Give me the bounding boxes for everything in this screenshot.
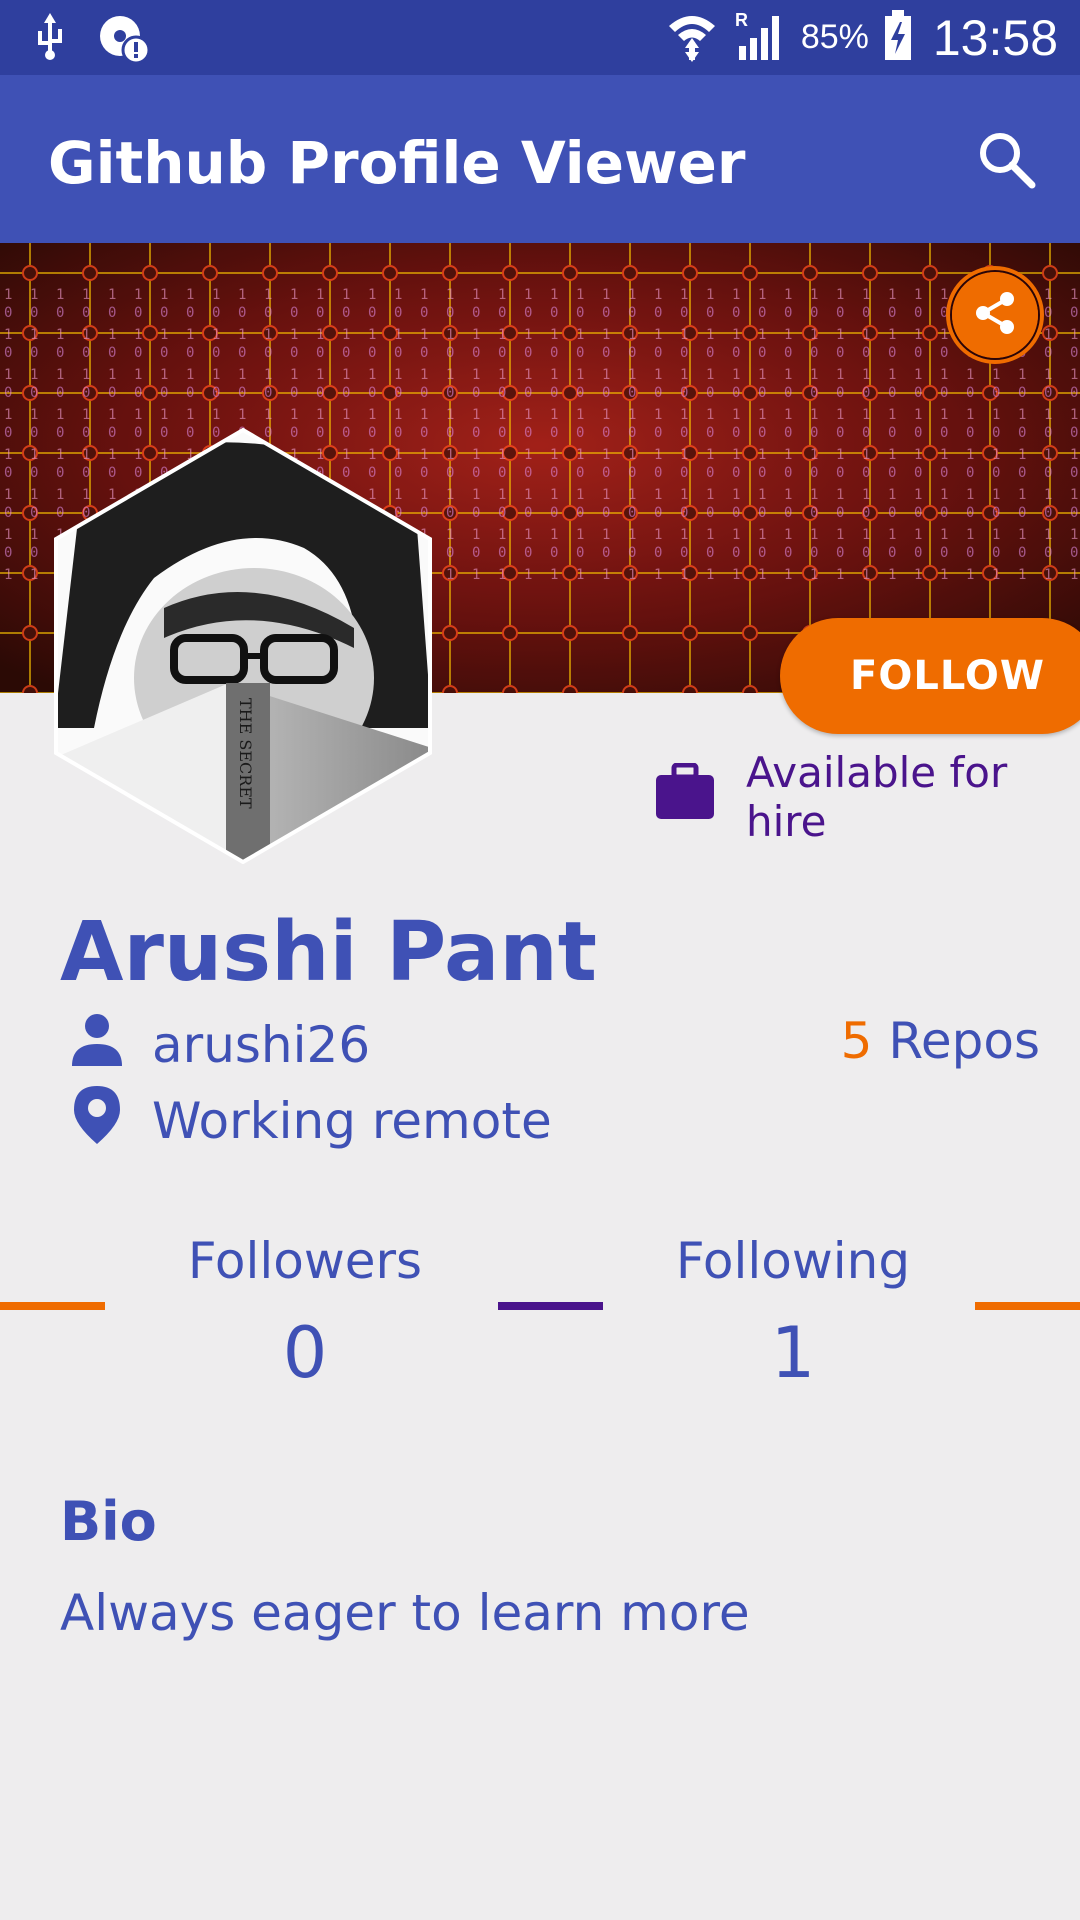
search-icon[interactable] <box>974 127 1038 191</box>
repos-number: 5 <box>840 1012 873 1070</box>
app-title: Github Profile Viewer <box>48 129 746 197</box>
svg-text:R: R <box>735 10 748 30</box>
battery-percent: 85% <box>800 18 869 56</box>
profile-name: Arushi Pant <box>60 905 597 1000</box>
svg-text:THE SECRET: THE SECRET <box>236 698 255 809</box>
bio-heading: Bio <box>60 1490 157 1553</box>
following-count[interactable]: 1 <box>628 1312 958 1394</box>
hire-status: Available for hire <box>654 748 1080 846</box>
divider-right <box>975 1302 1080 1310</box>
status-bar: R 85% 13:58 <box>0 0 1080 75</box>
clock: 13:58 <box>932 9 1058 66</box>
bio-text: Always eager to learn more <box>60 1584 750 1642</box>
person-icon <box>70 1012 124 1078</box>
wifi-icon <box>665 8 719 67</box>
divider-left <box>0 1302 105 1310</box>
usb-icon <box>30 13 70 68</box>
app-bar: Github Profile Viewer <box>0 75 1080 243</box>
briefcase-icon <box>654 762 716 831</box>
share-button[interactable] <box>946 266 1044 364</box>
repos-count[interactable]: 5 Repos <box>841 1012 1040 1070</box>
divider-center <box>498 1302 603 1310</box>
following-label[interactable]: Following <box>628 1232 958 1290</box>
location: Working remote <box>152 1092 552 1150</box>
repos-label: Repos <box>888 1012 1040 1070</box>
location-row: Working remote <box>70 1084 552 1158</box>
data-saver-icon <box>98 12 151 69</box>
hire-label: Available for hire <box>746 748 1008 846</box>
username-row: arushi26 <box>70 1012 370 1078</box>
battery-charging-icon <box>883 8 913 67</box>
share-icon <box>971 289 1019 342</box>
followers-label[interactable]: Followers <box>140 1232 470 1290</box>
signal-icon: R <box>733 8 787 67</box>
followers-count[interactable]: 0 <box>140 1312 470 1394</box>
avatar: THE SECRET <box>54 427 432 865</box>
location-pin-icon <box>70 1084 124 1158</box>
username: arushi26 <box>152 1016 371 1074</box>
follow-button[interactable]: FOLLOW <box>780 618 1080 734</box>
